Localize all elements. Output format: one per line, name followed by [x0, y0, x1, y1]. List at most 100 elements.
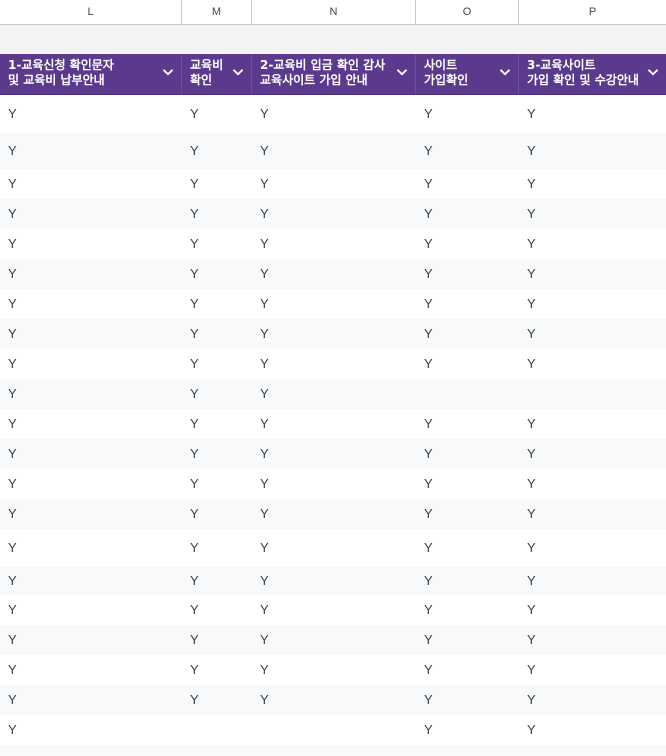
cell-l[interactable]: Y — [0, 379, 182, 409]
cell-n[interactable] — [252, 715, 416, 745]
cell-l[interactable]: Y — [0, 169, 182, 199]
cell-p[interactable]: Y — [519, 529, 666, 567]
cell-l[interactable]: Y — [0, 289, 182, 319]
cell-o[interactable]: Y — [416, 715, 519, 745]
cell-n[interactable]: Y — [252, 289, 416, 319]
cell-p[interactable] — [519, 745, 666, 756]
cell-o[interactable]: Y — [416, 95, 519, 133]
cell-o[interactable]: Y — [416, 349, 519, 379]
cell-p[interactable]: Y — [519, 133, 666, 169]
cell-p[interactable]: Y — [519, 499, 666, 529]
cell-p[interactable]: Y — [519, 95, 666, 133]
cell-n[interactable]: Y — [252, 259, 416, 289]
cell-m[interactable]: Y — [182, 199, 252, 229]
cell-o[interactable] — [416, 379, 519, 409]
cell-o[interactable]: Y — [416, 289, 519, 319]
cell-l[interactable]: Y — [0, 567, 182, 595]
cell-l[interactable]: Y — [0, 349, 182, 379]
cell-o[interactable]: Y — [416, 625, 519, 655]
cell-n[interactable]: Y — [252, 529, 416, 567]
cell-l[interactable]: Y — [0, 409, 182, 439]
cell-n[interactable]: Y — [252, 567, 416, 595]
column-header-p[interactable]: P — [519, 0, 666, 24]
cell-o[interactable]: Y — [416, 529, 519, 567]
cell-o[interactable]: Y — [416, 229, 519, 259]
cell-o[interactable]: Y — [416, 439, 519, 469]
cell-o[interactable] — [416, 745, 519, 756]
cell-l[interactable]: Y — [0, 259, 182, 289]
cell-l[interactable]: Y — [0, 95, 182, 133]
cell-o[interactable]: Y — [416, 655, 519, 685]
cell-l[interactable]: Y — [0, 319, 182, 349]
cell-n[interactable] — [252, 745, 416, 756]
cell-p[interactable]: Y — [519, 655, 666, 685]
cell-l[interactable]: Y — [0, 229, 182, 259]
column-header-o[interactable]: O — [416, 0, 519, 24]
cell-p[interactable]: Y — [519, 349, 666, 379]
cell-n[interactable]: Y — [252, 95, 416, 133]
table-header-cell[interactable]: 사이트 가입확인 — [416, 54, 519, 94]
column-header-l[interactable]: L — [0, 0, 182, 24]
cell-o[interactable]: Y — [416, 499, 519, 529]
chevron-down-icon[interactable] — [161, 65, 175, 79]
cell-p[interactable] — [519, 379, 666, 409]
cell-m[interactable]: Y — [182, 469, 252, 499]
cell-m[interactable]: Y — [182, 567, 252, 595]
cell-m[interactable]: Y — [182, 133, 252, 169]
chevron-down-icon[interactable] — [231, 65, 245, 79]
cell-l[interactable]: Y — [0, 625, 182, 655]
cell-m[interactable]: Y — [182, 625, 252, 655]
cell-p[interactable]: Y — [519, 715, 666, 745]
cell-n[interactable]: Y — [252, 169, 416, 199]
cell-n[interactable]: Y — [252, 133, 416, 169]
chevron-down-icon[interactable] — [498, 65, 512, 79]
cell-l[interactable]: Y — [0, 715, 182, 745]
cell-o[interactable]: Y — [416, 259, 519, 289]
cell-m[interactable]: Y — [182, 95, 252, 133]
cell-n[interactable]: Y — [252, 439, 416, 469]
cell-p[interactable]: Y — [519, 289, 666, 319]
cell-o[interactable]: Y — [416, 319, 519, 349]
cell-l[interactable]: Y — [0, 685, 182, 715]
cell-m[interactable]: Y — [182, 319, 252, 349]
cell-n[interactable]: Y — [252, 199, 416, 229]
cell-p[interactable]: Y — [519, 169, 666, 199]
cell-n[interactable]: Y — [252, 379, 416, 409]
cell-l[interactable] — [0, 745, 182, 756]
cell-m[interactable]: Y — [182, 259, 252, 289]
chevron-down-icon[interactable] — [646, 65, 660, 79]
cell-n[interactable]: Y — [252, 469, 416, 499]
table-header-cell[interactable]: 1-교육신청 확인문자 및 교육비 납부안내 — [0, 54, 182, 94]
cell-o[interactable]: Y — [416, 133, 519, 169]
column-header-n[interactable]: N — [252, 0, 416, 24]
cell-n[interactable]: Y — [252, 625, 416, 655]
cell-l[interactable]: Y — [0, 439, 182, 469]
cell-m[interactable]: Y — [182, 499, 252, 529]
cell-m[interactable]: Y — [182, 685, 252, 715]
cell-n[interactable]: Y — [252, 499, 416, 529]
cell-p[interactable]: Y — [519, 229, 666, 259]
chevron-down-icon[interactable] — [395, 65, 409, 79]
cell-m[interactable]: Y — [182, 229, 252, 259]
cell-m[interactable] — [182, 715, 252, 745]
cell-m[interactable]: Y — [182, 439, 252, 469]
cell-l[interactable]: Y — [0, 469, 182, 499]
cell-m[interactable] — [182, 745, 252, 756]
table-header-cell[interactable]: 2-교육비 입금 확인 감사 교육사이트 가입 안내 — [252, 54, 416, 94]
column-header-m[interactable]: M — [182, 0, 252, 24]
cell-m[interactable]: Y — [182, 289, 252, 319]
cell-o[interactable]: Y — [416, 567, 519, 595]
cell-n[interactable]: Y — [252, 409, 416, 439]
cell-l[interactable]: Y — [0, 595, 182, 625]
cell-l[interactable]: Y — [0, 199, 182, 229]
cell-p[interactable]: Y — [519, 439, 666, 469]
cell-p[interactable]: Y — [519, 199, 666, 229]
cell-m[interactable]: Y — [182, 655, 252, 685]
cell-p[interactable]: Y — [519, 409, 666, 439]
cell-o[interactable]: Y — [416, 169, 519, 199]
cell-o[interactable]: Y — [416, 685, 519, 715]
cell-n[interactable]: Y — [252, 595, 416, 625]
cell-n[interactable]: Y — [252, 229, 416, 259]
cell-p[interactable]: Y — [519, 595, 666, 625]
cell-n[interactable]: Y — [252, 349, 416, 379]
